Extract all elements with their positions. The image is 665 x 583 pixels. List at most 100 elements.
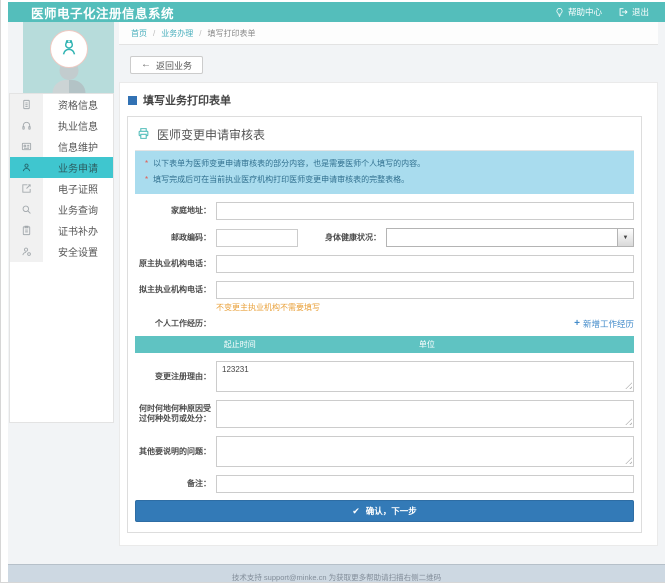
body-area: 资格信息 执业信息 信息维护 [8,22,665,564]
change-reason-label: 变更注册理由： [135,372,216,382]
avatar-circle [50,30,88,68]
printer-icon [137,127,150,143]
health-status-value [387,229,617,246]
sidebar-item-security-settings[interactable]: 安全设置 [10,241,113,262]
form-row-home-address: 家庭地址： [135,202,634,220]
home-address-label: 家庭地址： [135,206,216,216]
help-center-link[interactable]: 帮助中心 [555,6,602,18]
review-form-card: 医师变更申请审核表 * 以下表单为医师变更申请审核表的部分内容，也是需要医师个人填… [127,116,642,533]
sidebar-item-label: 信息维护 [43,136,113,157]
search-icon [10,199,43,220]
page-footer: 技术支持 support@minke.cn 为获取更多帮助请扫描右侧二维码 [8,564,665,583]
proposed-org-phone-label: 拟主执业机构电话： [135,285,216,295]
arrow-left-icon: ← [141,60,151,70]
toolbar: ← 返回业务 [119,45,658,82]
logout-icon [618,7,628,17]
sidebar-item-label: 电子证照 [43,178,113,199]
notice-line: * 以下表单为医师变更申请审核表的部分内容，也是需要医师个人填写的内容。 [145,156,624,172]
sidebar-item-practice-info[interactable]: 执业信息 [10,115,113,136]
page: 医师电子化注册信息系统 帮助中心 退出 [0,0,665,583]
form-row-original-org-phone: 原主执业机构电话： [135,255,634,273]
id-card-icon [10,136,43,157]
user-icon [10,157,43,178]
sidebar-item-business-query[interactable]: 业务查询 [10,199,113,220]
clipboard-icon [10,220,43,241]
breadcrumb-business-handling[interactable]: 业务办理 [161,28,193,39]
postal-code-input[interactable] [216,229,298,247]
column-header-period: 起止时间 [135,336,345,353]
other-issues-textarea[interactable] [216,436,634,467]
punishment-wrap [216,400,634,428]
form-row-other-issues: 其他要说明的问题： [135,436,634,467]
section-title-text: 填写业务打印表单 [143,92,231,108]
sidebar-item-label: 执业信息 [43,115,113,136]
headset-icon [10,115,43,136]
spacer [119,546,658,564]
column-header-organization: 单位 [345,336,510,353]
logout-label: 退出 [632,6,649,18]
original-org-phone-label: 原主执业机构电话： [135,259,216,269]
change-reason-textarea[interactable]: 123231 [216,361,634,392]
chevron-down-icon: ▼ [617,229,633,246]
proposed-org-phone-helper: 不变更主执业机构不需要填写 [216,302,634,313]
remarks-label: 备注： [135,479,216,489]
sidebar-item-label: 安全设置 [43,241,113,262]
home-address-input[interactable] [216,202,634,220]
form-row-punishment: 何时何地何种原因受过何种处罚或处分： [135,400,634,428]
breadcrumb-separator: / [153,29,155,38]
notice-line: *填写完成后可在当前执业医疗机构打印医师变更申请审核表的完整表格。 [145,172,624,188]
sidebar-item-label: 证书补办 [43,220,113,241]
health-status-label: 身体健康状况： [298,233,386,243]
other-issues-wrap [216,436,634,467]
app-title: 医师电子化注册信息系统 [31,3,555,22]
original-org-phone-input[interactable] [216,255,634,273]
sidebar-menu: 资格信息 执业信息 信息维护 [9,93,114,423]
silhouette-body [52,80,85,93]
lightbulb-icon [555,7,564,18]
footer-text: 技术支持 support@minke.cn 为获取更多帮助请扫描右侧二维码 [232,573,441,582]
work-experience-table-header: 起止时间 单位 [135,336,634,353]
remarks-input[interactable] [216,475,634,493]
header-actions: 帮助中心 退出 [555,6,649,18]
form-title-text: 医师变更申请审核表 [157,126,265,143]
breadcrumb-current: 填写打印表单 [207,28,255,39]
punishment-label: 何时何地何种原因受过何种处罚或处分： [135,404,216,424]
add-work-experience-label: 新增工作经历 [583,318,634,330]
back-to-business-button[interactable]: ← 返回业务 [130,56,203,74]
help-center-label: 帮助中心 [568,6,602,18]
form-panel: 填写业务打印表单 医师变更申请审核表 *以下表单为医师变更申请审核表的 [119,82,658,546]
form-title: 医师变更申请审核表 [135,123,634,151]
app-header: 医师电子化注册信息系统 帮助中心 退出 [8,2,665,22]
other-issues-label: 其他要说明的问题： [135,447,216,457]
user-avatar [23,22,114,93]
sidebar-item-label: 资格信息 [43,94,113,115]
plus-icon: + [574,319,580,329]
form-row-remarks: 备注： [135,475,634,493]
confirm-next-button[interactable]: ✔ 确认，下一步 [135,500,634,522]
asterisk-icon: * [145,159,148,168]
form-row-postal-health: 邮政编码： 身体健康状况： ▼ [135,228,634,247]
form-row-change-reason: 变更注册理由： 123231 [135,361,634,392]
sidebar-item-business-application[interactable]: 业务申请 [10,157,113,178]
notice-text: 以下表单为医师变更申请审核表的部分内容，也是需要医师个人填写的内容。 [153,159,425,168]
sidebar-item-info-maintenance[interactable]: 信息维护 [10,136,113,157]
logout-link[interactable]: 退出 [618,6,649,18]
add-work-experience-link[interactable]: + 新增工作经历 [574,318,634,330]
health-status-select[interactable]: ▼ [386,228,634,247]
sidebar-item-qualification-info[interactable]: 资格信息 [10,94,113,115]
form-row-proposed-org-phone: 拟主执业机构电话： [135,281,634,299]
sidebar-item-certificate-reissue[interactable]: 证书补办 [10,220,113,241]
confirm-next-label: 确认，下一步 [366,505,417,517]
punishment-textarea[interactable] [216,400,634,428]
proposed-org-phone-input[interactable] [216,281,634,299]
notice-box: * 以下表单为医师变更申请审核表的部分内容，也是需要医师个人填写的内容。 *填写完… [135,151,634,194]
sidebar-item-label: 业务查询 [43,199,113,220]
breadcrumb-home[interactable]: 首页 [131,28,147,39]
back-to-business-label: 返回业务 [156,59,192,72]
sidebar-item-electronic-certificate[interactable]: 电子证照 [10,178,113,199]
certificate-icon [10,178,43,199]
doctor-icon [58,36,80,63]
breadcrumb: 首页 / 业务办理 / 填写打印表单 [119,22,658,45]
check-icon: ✔ [352,506,360,517]
sidebar-item-label: 业务申请 [43,157,113,178]
